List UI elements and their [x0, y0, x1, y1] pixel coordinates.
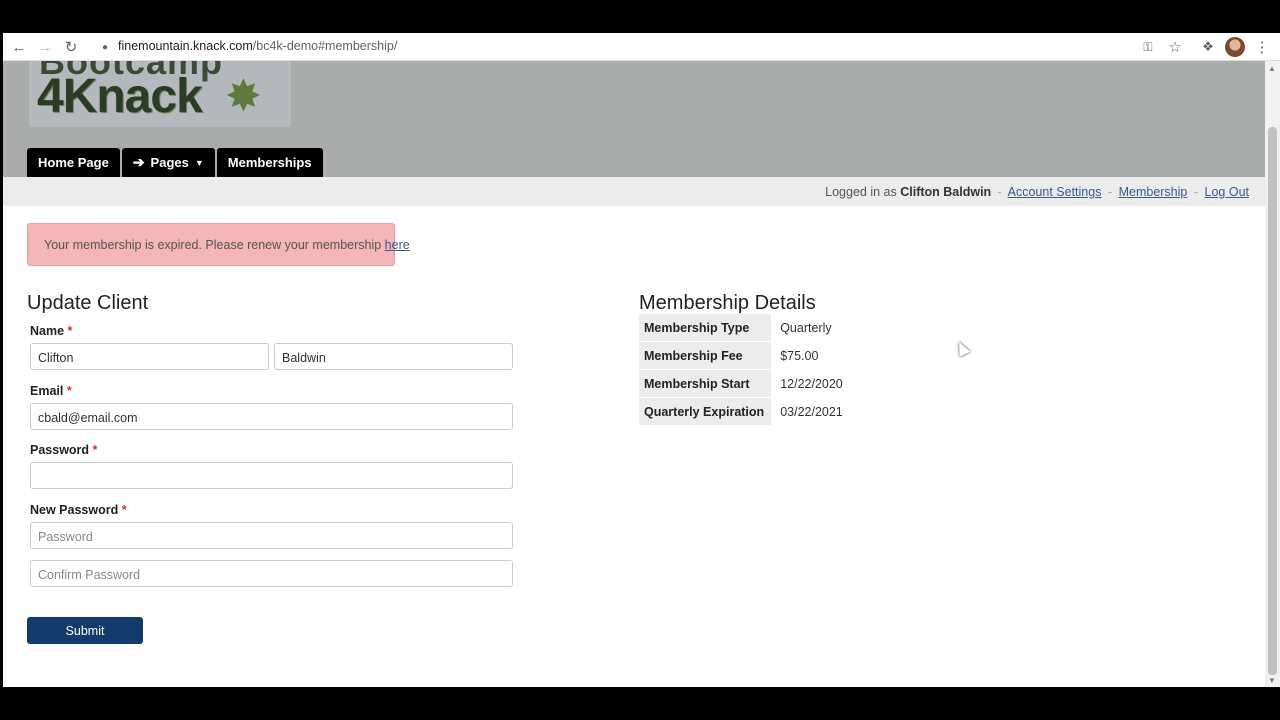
menu-icon[interactable]: ⋮	[1252, 37, 1272, 57]
logged-in-user: Clifton Baldwin	[900, 185, 991, 199]
nav-home[interactable]: Home Page	[27, 148, 120, 177]
logo[interactable]: Bootcamp 4Knack ✸	[29, 61, 291, 127]
logged-in-prefix: Logged in as	[825, 185, 897, 199]
last-name-input[interactable]: Baldwin	[274, 343, 513, 370]
address-bar[interactable]: finemountain.knack.com/bc4k-demo#members…	[118, 39, 397, 53]
details-title: Membership Details	[639, 292, 816, 315]
table-row: Membership Fee$75.00	[639, 342, 843, 370]
separator: -	[998, 185, 1002, 199]
new-password-input[interactable]: Password	[30, 522, 513, 549]
caret-down-icon: ▼	[195, 158, 204, 168]
page-scrollbar[interactable]: ▲ ▼	[1265, 61, 1280, 687]
table-row: Quarterly Expiration03/22/2021	[639, 398, 843, 426]
new-password-label-text: New Password	[30, 503, 118, 517]
confirm-password-input[interactable]: Confirm Password	[30, 560, 513, 587]
renew-link[interactable]: here	[385, 238, 410, 252]
password-label-text: Password	[30, 443, 89, 457]
forward-icon[interactable]: →	[35, 37, 55, 57]
email-label-text: Email	[30, 384, 63, 398]
form-title: Update Client	[27, 292, 148, 315]
alert-text: Your membership is expired. Please renew…	[44, 238, 385, 252]
submit-button[interactable]: Submit	[27, 617, 143, 644]
arrow-right-icon: ➔	[133, 154, 145, 171]
scrollbar-thumb[interactable]	[1268, 127, 1277, 675]
url-path: /bc4k-demo#membership/	[253, 39, 398, 53]
detail-key: Membership Type	[639, 314, 771, 342]
detail-key: Membership Start	[639, 370, 771, 398]
lock-icon: ●	[95, 37, 115, 57]
table-row: Membership TypeQuarterly	[639, 314, 843, 342]
table-row: Membership Start12/22/2020	[639, 370, 843, 398]
account-settings-link[interactable]: Account Settings	[1008, 185, 1102, 199]
required-mark: *	[68, 324, 73, 338]
logo-gear-icon: ✸	[225, 71, 262, 122]
main-nav: Home Page ➔ Pages ▼ Memberships	[27, 148, 323, 177]
browser-window: ← → ↻ ● finemountain.knack.com/bc4k-demo…	[3, 33, 1280, 687]
membership-link[interactable]: Membership	[1119, 185, 1188, 199]
email-input[interactable]: cbald@email.com	[30, 403, 513, 430]
password-input[interactable]	[30, 462, 513, 489]
user-bar: Logged in as Clifton Baldwin - Account S…	[3, 177, 1265, 206]
expired-alert: Your membership is expired. Please renew…	[27, 223, 395, 266]
required-mark: *	[93, 443, 98, 457]
scroll-up-icon[interactable]: ▲	[1268, 64, 1276, 73]
new-password-label: New Password *	[30, 503, 127, 517]
browser-toolbar: ← → ↻ ● finemountain.knack.com/bc4k-demo…	[3, 33, 1280, 61]
detail-value: $75.00	[771, 342, 843, 370]
profile-avatar[interactable]	[1225, 37, 1245, 57]
detail-key: Quarterly Expiration	[639, 398, 771, 426]
site-header: Bootcamp 4Knack ✸ Home Page ➔ Pages ▼ Memb…	[3, 61, 1265, 177]
url-host: finemountain.knack.com	[118, 39, 253, 53]
logo-line2: 4Knack	[37, 69, 202, 124]
nav-pages-label: Pages	[151, 155, 189, 170]
nav-pages[interactable]: ➔ Pages ▼	[122, 148, 215, 177]
detail-value: Quarterly	[771, 314, 843, 342]
scroll-down-icon[interactable]: ▼	[1268, 676, 1276, 685]
membership-details-table: Membership TypeQuarterly Membership Fee$…	[639, 314, 843, 426]
separator: -	[1108, 185, 1112, 199]
key-icon[interactable]: ⚿	[1138, 37, 1158, 57]
separator: -	[1194, 185, 1198, 199]
required-mark: *	[122, 503, 127, 517]
page-viewport: Bootcamp 4Knack ✸ Home Page ➔ Pages ▼ Memb…	[3, 61, 1265, 687]
nav-home-label: Home Page	[38, 155, 109, 170]
required-mark: *	[67, 384, 72, 398]
extensions-icon[interactable]: ❖	[1198, 37, 1218, 57]
detail-key: Membership Fee	[639, 342, 771, 370]
reload-icon[interactable]: ↻	[61, 37, 81, 57]
nav-memberships[interactable]: Memberships	[217, 148, 323, 177]
password-label: Password *	[30, 443, 97, 457]
name-label-text: Name	[30, 324, 64, 338]
logout-link[interactable]: Log Out	[1205, 185, 1249, 199]
first-name-input[interactable]: Clifton	[30, 343, 269, 370]
detail-value: 03/22/2021	[771, 398, 843, 426]
back-icon[interactable]: ←	[9, 37, 29, 57]
name-label: Name *	[30, 324, 72, 338]
email-label: Email *	[30, 384, 72, 398]
star-icon[interactable]: ☆	[1165, 37, 1185, 57]
nav-memberships-label: Memberships	[228, 155, 312, 170]
mouse-cursor-icon	[954, 339, 971, 357]
detail-value: 12/22/2020	[771, 370, 843, 398]
